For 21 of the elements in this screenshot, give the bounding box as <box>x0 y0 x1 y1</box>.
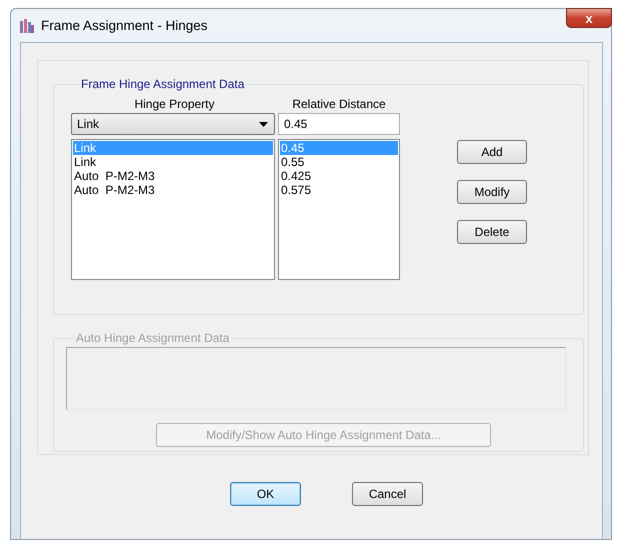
action-button[interactable]: Add <box>457 140 527 164</box>
action-button[interactable]: Modify <box>457 180 527 204</box>
group-title: Auto Hinge Assignment Data <box>75 331 230 345</box>
list-item[interactable]: 0.575 <box>280 183 398 197</box>
column-header: Relative Distance <box>291 96 387 113</box>
list-item[interactable]: Auto P-M2-M3 <box>73 169 273 183</box>
relative-distance-field[interactable]: 0.45 <box>278 113 400 135</box>
action-button[interactable]: Delete <box>457 220 527 244</box>
caret-icon <box>259 122 268 126</box>
window-title: Frame Assignment - Hinges <box>41 18 208 33</box>
list-item[interactable]: 0.55 <box>280 155 398 169</box>
cancel-button[interactable]: Cancel <box>352 482 423 506</box>
hinge-property-dropdown[interactable]: Link <box>71 113 275 135</box>
group-title: Frame Hinge Assignment Data <box>80 77 246 91</box>
list-item[interactable]: Link <box>73 155 273 169</box>
list-item[interactable]: 0.425 <box>280 169 398 183</box>
close-button[interactable]: x <box>566 8 612 28</box>
list-item[interactable]: Auto P-M2-M3 <box>73 183 273 197</box>
app-icon <box>19 18 35 34</box>
column-header: Hinge Property <box>133 96 216 113</box>
ok-button[interactable]: OK <box>230 482 301 506</box>
